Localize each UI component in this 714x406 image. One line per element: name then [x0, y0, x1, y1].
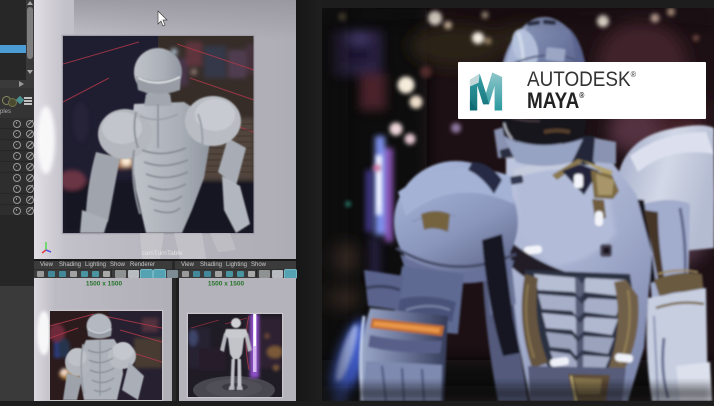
svg-text:1500 x 1500: 1500 x 1500	[86, 281, 123, 288]
svg-text:1500 x 1500: 1500 x 1500	[208, 281, 245, 288]
